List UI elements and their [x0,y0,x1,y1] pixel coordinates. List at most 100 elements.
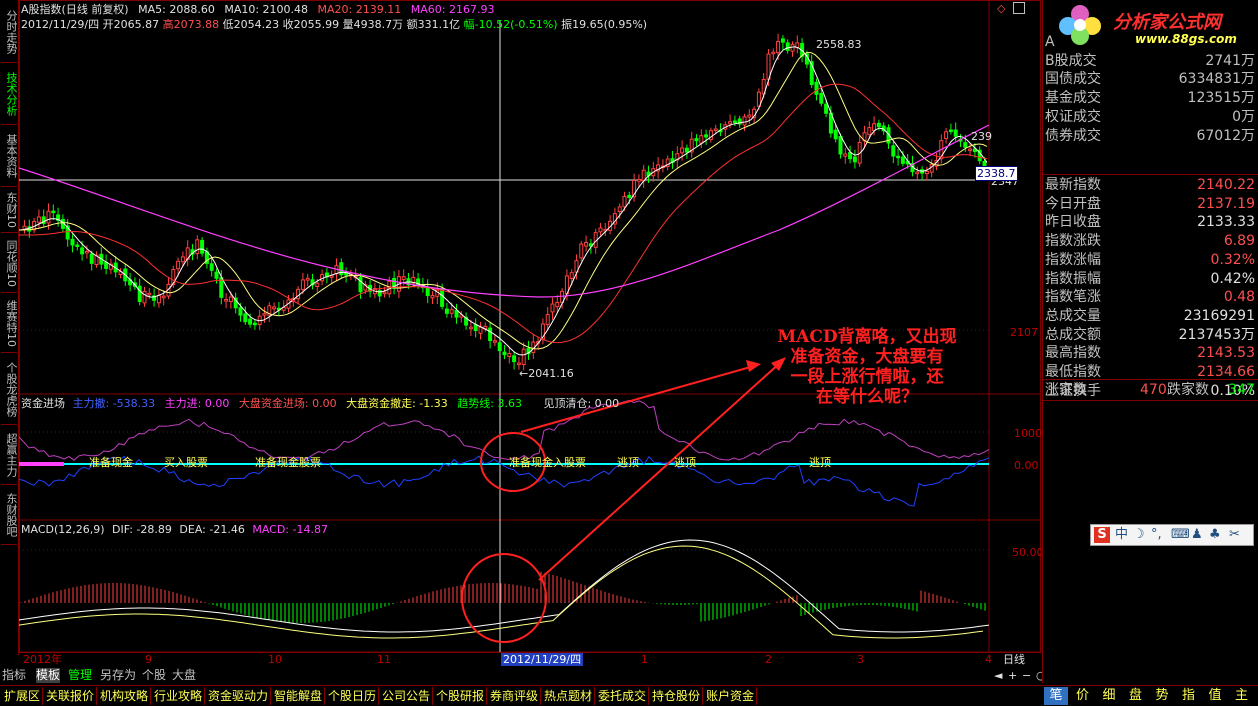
candle-body [142,290,147,304]
candle-body [214,271,219,279]
menu-item[interactable]: 行业攻略 [152,687,206,705]
fund-dapan-chezou: 大盘资金撤走: -1.33 [346,397,448,410]
tab-dongcai10[interactable]: 东财10 [1,188,18,233]
candle-body [382,291,387,295]
candle-body [238,307,243,316]
tab-weisaite10[interactable]: 维赛特10 [1,294,18,353]
menu-item[interactable]: 热点题材 [542,687,596,705]
turnover-value: 67012万 [1196,127,1255,144]
menu-item[interactable]: 资金驱动力 [206,687,272,705]
menu-item[interactable]: 智能解盘 [272,687,326,705]
menu-item[interactable]: 个股研报 [434,687,488,705]
turnover-label: 权证成交 [1045,108,1101,125]
ime-punct-icon[interactable]: °, [1151,526,1162,544]
fund-zhuli-che: 主力撤: -538.33 [72,397,156,410]
axis-label-2107: 2107 [1010,326,1038,339]
quote-panel: 分析家公式网 www.88gs.com A B股成交 2741万 国债成交 633483… [1042,0,1258,683]
ma10-value: MA10: 2100.48 [224,3,309,16]
turnover-row: B股成交 2741万 [1045,52,1257,70]
sogou-icon[interactable]: S [1094,527,1110,543]
index-stat-row: 指数笔涨 0.48 [1045,288,1257,306]
bottom-tab[interactable]: 管理 [68,668,92,683]
view-switch-button[interactable]: 盘 [1124,687,1148,705]
chart-area[interactable]: A股指数(日线 前复权) MA5: 2088.60 MA10: 2100.48 … [19,0,1046,682]
candle-body [430,295,435,299]
menu-item[interactable]: 机构攻略 [98,687,152,705]
menu-item[interactable]: 券商评级 [488,687,542,705]
tab-technical[interactable]: 技术分析 [1,64,18,125]
view-switch-button[interactable]: 值 [1203,687,1227,705]
turnover-value: 2741万 [1205,52,1255,69]
candle-body [51,210,56,214]
candle-body [449,309,454,314]
candle-body [843,153,848,157]
candle-body [502,351,507,356]
bottom-tab[interactable]: 模板 [36,668,61,683]
high-price-label: 2558.83 [816,38,862,51]
tab-intraday[interactable]: 分时走势 [1,2,18,63]
ime-toolbar[interactable]: S 中 ☽ °, ⌨ ♟ ♣ ✂ [1090,524,1254,546]
diamond-icon[interactable]: ◇ [997,2,1005,15]
ime-moon-icon[interactable]: ☽ [1133,526,1145,544]
menu-item[interactable]: 委托成交 [596,687,650,705]
fund-axis-0: 0.00 [1014,459,1039,472]
bottom-tab[interactable]: 个股 [142,668,166,683]
turnover-value: 123515万 [1187,90,1255,107]
bottom-tab[interactable]: 指标 [2,668,26,683]
candle-body [838,136,843,155]
candle-body [252,322,257,326]
tab-tonghuashun10[interactable]: 同花顺10 [1,234,18,293]
view-switch-button[interactable]: 笔 [1044,687,1068,705]
view-switch-button[interactable]: 指 [1177,687,1201,705]
menu-item[interactable]: 持仓股份 [650,687,704,705]
candle-body [195,239,200,255]
fund-signal-label: 准备现金股票 [255,456,321,469]
view-switch-button[interactable]: 细 [1097,687,1121,705]
candle-body [627,194,632,198]
fund-signal-label: 准备现金 [89,456,133,469]
macd-value: MACD: -14.87 [252,523,328,536]
view-switch-button[interactable]: 主 [1230,687,1254,705]
ime-keyboard-icon[interactable]: ⌨ [1171,526,1190,544]
ime-chinese-mode[interactable]: 中 [1115,526,1128,544]
menu-item[interactable]: 公司公告 [380,687,434,705]
maximize-icon[interactable] [1013,2,1025,14]
view-switch-button[interactable]: 价 [1071,687,1095,705]
annotation-line-4: 在等什么呢？ [816,387,918,407]
view-switch-button[interactable]: 势 [1150,687,1174,705]
candle-body [137,285,142,302]
candle-body [315,282,320,288]
function-menu-bar: 扩展区 关联报价 机构攻略 行业攻略 资金驱动力 智能解盘 个股日历 公司公告 个股研报 券商评级… [0,685,1258,706]
index-stat-row: 最高指数 2143.53 [1045,344,1257,362]
index-stat-row: 指数振幅 0.42% [1045,270,1257,288]
menu-item[interactable]: 个股日历 [326,687,380,705]
bottom-tab[interactable]: 大盘 [172,668,196,683]
menu-item[interactable]: 账户资金 [704,687,758,705]
candle-body [636,178,641,182]
tab-dragon-tiger[interactable]: 个股龙虎榜 [1,354,18,425]
candle-body [36,216,41,223]
ime-user-icon[interactable]: ♟ [1191,526,1203,544]
ime-tools-icon[interactable]: ✂ [1229,526,1240,544]
menu-item[interactable]: 关联报价 [44,687,98,705]
fund-signal-bar [19,462,64,466]
index-stat-row: 总成交量 23169291 [1045,307,1257,325]
x-axis-label: 2 [765,653,772,666]
candle-body [569,272,574,279]
advance-decline-row: 涨家数 470 跌家数 347 [1045,381,1257,399]
candle-body [704,134,709,138]
candle-body [545,314,550,326]
index-stat-row: 最新指数 2140.22 [1045,176,1257,194]
bottom-tab[interactable]: 另存为 [100,668,136,683]
candle-body [104,261,109,269]
index-stat-value: 23169291 [1183,307,1255,324]
period-label[interactable]: 日线 [1003,653,1025,666]
index-stat-value: 2137.19 [1197,195,1255,212]
tab-fundamentals[interactable]: 基本资料 [1,126,18,187]
tab-guba[interactable]: 东财股吧 [1,486,18,545]
menu-item[interactable]: 扩展区 [2,687,44,705]
ime-shirt-icon[interactable]: ♣ [1209,526,1221,544]
tab-chaoying[interactable]: 超赢主力 [1,426,18,485]
candle-body [507,353,512,358]
bottom-tab-bar: 指标 模板 管理 另存为 个股 大盘 [0,668,1042,684]
